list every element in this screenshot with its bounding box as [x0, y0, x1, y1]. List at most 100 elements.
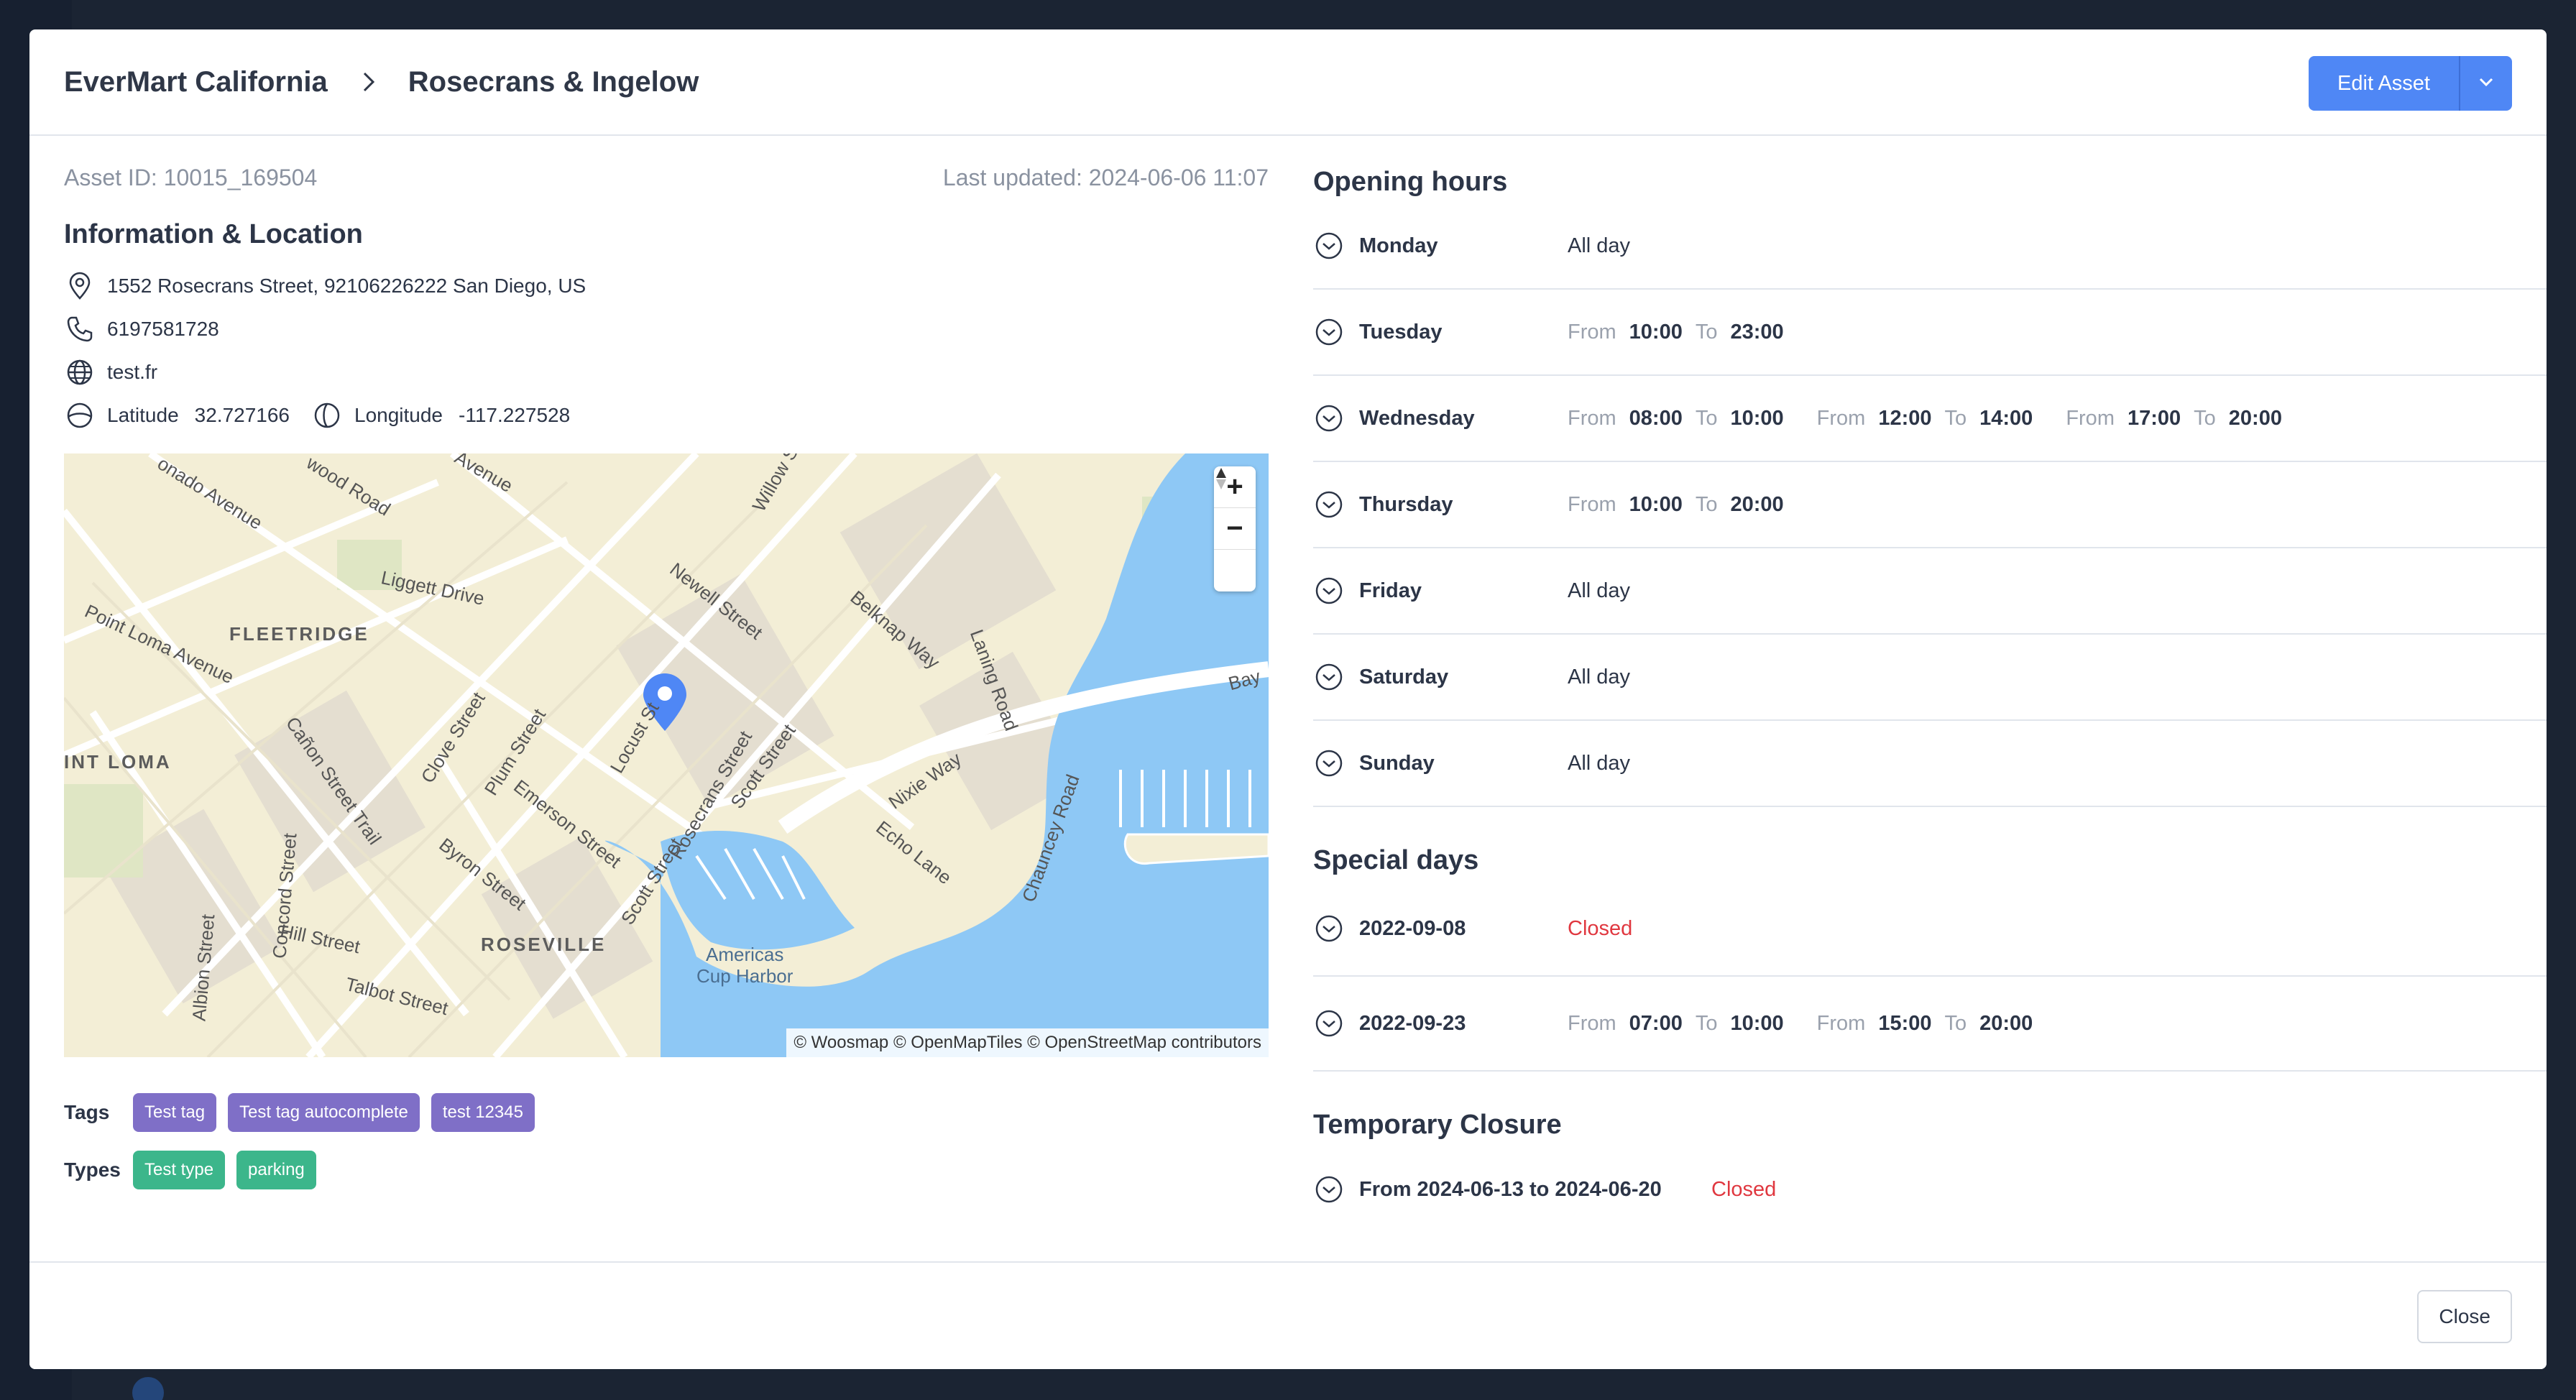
schedule-row: Friday All day [1313, 548, 2547, 635]
to-label: To [2194, 406, 2216, 430]
slot-end-time: 10:00 [1730, 1011, 1784, 1035]
chevron-right-icon [356, 70, 381, 94]
slot-start-time: 08:00 [1629, 406, 1683, 430]
schedule-day-name: Wednesday [1359, 406, 1475, 430]
location-map[interactable]: FLEETRIDGE INT LOMA ROSEVILLE Americas Cu… [64, 453, 1269, 1057]
schedule-day-name: Tuesday [1359, 320, 1443, 344]
slot-start-time: 07:00 [1629, 1011, 1683, 1035]
phone-line: 6197581728 [64, 308, 1269, 351]
to-label: To [1944, 406, 1967, 430]
longitude-value: -117.227528 [459, 404, 571, 426]
tags-label: Tags [64, 1101, 110, 1123]
longitude-label: Longitude [354, 404, 443, 426]
from-label: From [2066, 406, 2115, 430]
from-label: From [1568, 1011, 1616, 1035]
schedule-day-name: Sunday [1359, 751, 1435, 775]
slot-start-time: 17:00 [2127, 406, 2181, 430]
schedule-row: 2022-09-08 Closed [1313, 882, 2547, 977]
map-label-fleetridge: FLEETRIDGE [229, 623, 369, 645]
from-label: From [1816, 406, 1866, 430]
opening-hours-list: Monday All day Tuesday From 10:00 To 23:00 Wedn… [1313, 203, 2547, 807]
tag-chip: Test tag [133, 1093, 217, 1132]
temporary-closure-title: Temporary Closure [1313, 1110, 1562, 1140]
longitude-icon [311, 400, 343, 431]
slot-end-time: 23:00 [1730, 320, 1784, 344]
type-chip: Test type [133, 1151, 226, 1189]
to-label: To [1695, 320, 1718, 344]
location-pin-icon [64, 270, 96, 302]
globe-icon [64, 356, 96, 388]
latitude-icon [64, 400, 96, 431]
schedule-row: Tuesday From 10:00 To 23:00 [1313, 290, 2547, 376]
time-slot: From 12:00 To 14:00 [1817, 407, 2046, 430]
map-canvas [64, 453, 1269, 1057]
time-slot: From 07:00 To 10:00 [1568, 1012, 1797, 1036]
close-button[interactable]: Close [2417, 1290, 2512, 1343]
types-row: Types Test type parking [64, 1151, 328, 1189]
asset-modal: EverMart California Rosecrans & Ingelow … [29, 29, 2547, 1369]
special-days-list: 2022-09-08 Closed 2022-09-23 From 07:00 To 10:… [1313, 882, 2547, 1072]
schedule-row: 2022-09-23 From 07:00 To 10:00 From 15:00 To 20:… [1313, 977, 2547, 1072]
address-line: 1552 Rosecrans Street, 92106226222 San D… [64, 264, 1269, 308]
info-section-title: Information & Location [64, 219, 363, 249]
compass-button[interactable] [1214, 468, 1256, 591]
closed-status: Closed [1568, 916, 1633, 940]
tag-chip: Test tag autocomplete [228, 1093, 420, 1132]
slot-start-time: 10:00 [1629, 492, 1683, 516]
schedule-panel: Opening hours Monday All day Tuesday From 10… [1313, 165, 2547, 1291]
slot-end-time: 20:00 [1979, 1011, 2033, 1035]
type-chip: parking [236, 1151, 316, 1189]
backdrop-avatar [132, 1377, 164, 1400]
schedule-row: Saturday All day [1313, 635, 2547, 721]
latitude-value: 32.727166 [194, 404, 290, 426]
clock-icon [1315, 749, 1343, 778]
slot-start-time: 15:00 [1878, 1011, 1932, 1035]
edit-asset-dropdown-button[interactable] [2459, 56, 2512, 111]
edit-asset-button[interactable]: Edit Asset [2309, 56, 2459, 111]
clock-icon [1315, 490, 1343, 519]
edit-asset-group: Edit Asset [2309, 56, 2512, 111]
tags-row: Tags Test tag Test tag autocomplete test… [64, 1093, 546, 1132]
latitude-label: Latitude [107, 404, 179, 426]
breadcrumb-parent[interactable]: EverMart California [64, 66, 328, 98]
time-slot: From 10:00 To 20:00 [1568, 493, 1797, 517]
types-label: Types [64, 1159, 121, 1181]
map-label-americas-cup-harbor: Americas Cup Harbor [696, 944, 794, 987]
opening-hours-title: Opening hours [1313, 167, 1508, 197]
website-text[interactable]: test.fr [107, 361, 157, 384]
schedule-day-name: Saturday [1359, 665, 1449, 689]
clock-icon [1315, 318, 1343, 346]
all-day-text: All day [1568, 751, 1631, 775]
special-days-title: Special days [1313, 845, 1479, 875]
chevron-down-icon [2478, 77, 2494, 91]
slot-end-time: 10:00 [1730, 406, 1784, 430]
from-label: From [1568, 320, 1616, 344]
slot-start-time: 10:00 [1629, 320, 1683, 344]
map-controls: + − [1214, 466, 1256, 591]
slot-end-time: 20:00 [1730, 492, 1784, 516]
closure-range: From 2024-06-13 to 2024-06-20 [1359, 1177, 1662, 1201]
from-label: From [1816, 1011, 1866, 1035]
asset-id: Asset ID: 10015_169504 [64, 165, 318, 190]
from-label: From [1568, 492, 1616, 516]
clock-icon [1315, 663, 1343, 691]
coordinates-line: Latitude 32.727166 Longitude -117.227528 [64, 394, 1269, 437]
from-label: From [1568, 406, 1616, 430]
time-slot: From 15:00 To 20:00 [1817, 1012, 2046, 1036]
slot-start-time: 12:00 [1878, 406, 1932, 430]
info-list: 1552 Rosecrans Street, 92106226222 San D… [64, 264, 1269, 437]
zoom-out-button[interactable]: − [1214, 508, 1256, 550]
modal-header: EverMart California Rosecrans & Ingelow … [29, 29, 2547, 136]
clock-icon [1315, 1175, 1343, 1204]
asset-info: Asset ID: 10015_169504 Last updated: 202… [64, 165, 1269, 437]
schedule-row: Monday All day [1313, 203, 2547, 290]
clock-icon [1315, 404, 1343, 433]
tag-chip: test 12345 [431, 1093, 535, 1132]
slot-end-time: 14:00 [1979, 406, 2033, 430]
temporary-closure-row: From 2024-06-13 to 2024-06-20 Closed [1313, 1146, 2547, 1233]
schedule-day-name: Friday [1359, 579, 1422, 602]
meta-row: Asset ID: 10015_169504 Last updated: 202… [64, 165, 1269, 198]
time-slot: From 10:00 To 23:00 [1568, 321, 1797, 344]
map-attribution[interactable]: © Woosmap © OpenMapTiles © OpenStreetMap… [786, 1028, 1269, 1057]
to-label: To [1695, 1011, 1718, 1035]
